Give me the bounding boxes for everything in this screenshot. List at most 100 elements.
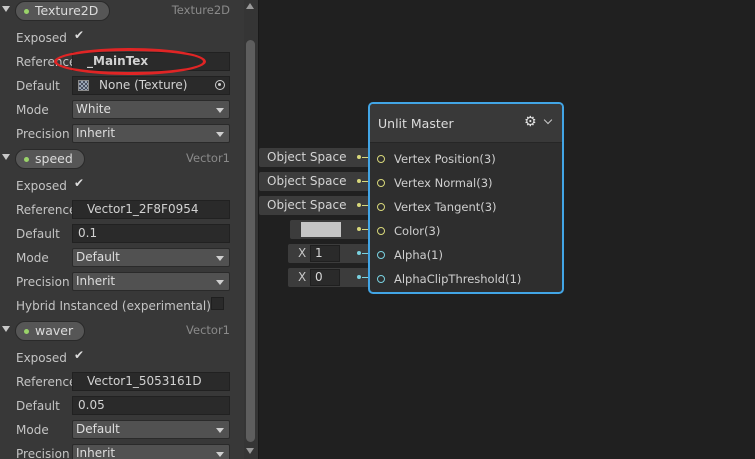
reference-field[interactable]: Vector1_5053161D xyxy=(72,372,230,391)
dropdown-arrow-icon xyxy=(216,256,224,261)
mode-dropdown[interactable]: Default xyxy=(72,248,230,267)
row-exposed: Exposed ✔ xyxy=(0,347,244,369)
port-ring-icon[interactable] xyxy=(377,275,385,283)
port-alpha-clip-threshold[interactable]: AlphaClipThreshold(1) xyxy=(370,270,562,294)
default-value-field[interactable]: 0.1 xyxy=(72,224,230,243)
property-header-texture2d[interactable]: Texture2D Texture2D xyxy=(0,0,244,22)
row-mode: Mode Default xyxy=(0,419,244,441)
port-ring-icon[interactable] xyxy=(377,227,385,235)
dropdown-arrow-icon xyxy=(216,452,224,457)
mode-value: White xyxy=(76,102,111,116)
port-ring-icon[interactable] xyxy=(377,155,385,163)
texture-thumbnail-icon xyxy=(78,80,89,91)
exposed-dot-icon xyxy=(24,9,29,14)
object-picker-icon[interactable] xyxy=(215,80,225,90)
texture-object-field[interactable]: None (Texture) xyxy=(72,76,230,95)
port-color[interactable]: Color(3) xyxy=(370,222,562,246)
chevron-down-icon[interactable] xyxy=(543,115,553,125)
property-pill-texture2d[interactable]: Texture2D xyxy=(15,1,111,21)
node-header[interactable]: Unlit Master ⚙ xyxy=(370,104,562,143)
row-exposed: Exposed ✔ xyxy=(0,27,244,49)
foldout-caret-icon[interactable] xyxy=(2,154,10,160)
precision-dropdown[interactable]: Inherit xyxy=(72,124,230,143)
hybrid-instanced-label: Hybrid Instanced (experimental) xyxy=(16,299,211,313)
input-slot-color[interactable] xyxy=(290,220,370,239)
row-precision: Precision Inherit xyxy=(0,123,244,145)
port-vertex-normal[interactable]: Vertex Normal(3) xyxy=(370,174,562,198)
exposed-label: Exposed xyxy=(16,351,67,365)
space-label: Object Space xyxy=(267,174,347,188)
row-default: Default None (Texture) xyxy=(0,75,244,97)
port-alpha[interactable]: Alpha(1) xyxy=(370,246,562,270)
precision-dropdown[interactable]: Inherit xyxy=(72,444,230,459)
exposed-checkbox[interactable]: ✔ xyxy=(74,176,88,190)
default-value-field[interactable]: 0.05 xyxy=(72,396,230,415)
mode-label: Mode xyxy=(16,251,49,265)
property-pill-speed[interactable]: speed xyxy=(15,149,85,169)
property-header-waver[interactable]: waver Vector1 xyxy=(0,320,244,342)
row-reference: Reference Vector1_2F8F0954 xyxy=(0,199,244,221)
reference-field[interactable]: Vector1_2F8F0954 xyxy=(72,200,230,219)
axis-label: X xyxy=(298,246,307,260)
scrollbar-thumb[interactable] xyxy=(246,40,255,442)
reference-label: Reference xyxy=(16,203,77,217)
row-mode: Mode Default xyxy=(0,247,244,269)
property-type: Vector1 xyxy=(186,323,230,337)
alpha-value-field[interactable]: 1 xyxy=(310,245,340,262)
port-label: Color(3) xyxy=(394,224,441,238)
gear-icon[interactable]: ⚙ xyxy=(524,114,537,130)
property-name: speed xyxy=(35,151,73,166)
precision-label: Precision xyxy=(16,127,70,141)
color-swatch[interactable] xyxy=(301,222,341,237)
unlit-master-node[interactable]: Unlit Master ⚙ Vertex Position(3) Vertex… xyxy=(368,102,564,294)
input-slot-vertex-tangent[interactable]: Object Space xyxy=(259,196,370,215)
port-ring-icon[interactable] xyxy=(377,251,385,259)
property-pill-waver[interactable]: waver xyxy=(15,321,86,341)
dropdown-arrow-icon xyxy=(216,428,224,433)
foldout-caret-icon[interactable] xyxy=(2,6,10,12)
precision-value: Inherit xyxy=(76,274,116,288)
input-slot-vertex-normal[interactable]: Object Space xyxy=(259,172,370,191)
default-label: Default xyxy=(16,79,60,93)
port-vertex-tangent[interactable]: Vertex Tangent(3) xyxy=(370,198,562,222)
reference-field[interactable]: _MainTex xyxy=(72,52,230,71)
scroll-down-arrow-icon[interactable] xyxy=(246,448,254,454)
port-ring-icon[interactable] xyxy=(377,179,385,187)
exposed-checkbox[interactable]: ✔ xyxy=(74,348,88,362)
input-slot-alpha[interactable]: X 1 xyxy=(288,244,370,263)
default-label: Default xyxy=(16,227,60,241)
dropdown-arrow-icon xyxy=(216,132,224,137)
input-slot-vertex-position[interactable]: Object Space xyxy=(259,148,370,167)
row-exposed: Exposed ✔ xyxy=(0,175,244,197)
port-ring-icon[interactable] xyxy=(377,203,385,211)
row-mode: Mode White xyxy=(0,99,244,121)
exposed-dot-icon xyxy=(24,157,29,162)
port-label: Vertex Position(3) xyxy=(394,152,496,166)
scroll-up-arrow-icon[interactable] xyxy=(246,3,254,9)
mode-dropdown[interactable]: White xyxy=(72,100,230,119)
mode-dropdown[interactable]: Default xyxy=(72,420,230,439)
row-reference: Reference _MainTex xyxy=(0,51,244,73)
connector-dot-icon xyxy=(357,251,361,255)
foldout-caret-icon[interactable] xyxy=(2,326,10,332)
property-header-speed[interactable]: speed Vector1 xyxy=(0,148,244,170)
port-label: Alpha(1) xyxy=(394,248,443,262)
exposed-checkbox[interactable]: ✔ xyxy=(74,28,88,42)
space-label: Object Space xyxy=(267,198,347,212)
dropdown-arrow-icon xyxy=(216,108,224,113)
precision-value: Inherit xyxy=(76,446,116,459)
port-label: Vertex Normal(3) xyxy=(394,176,493,190)
exposed-label: Exposed xyxy=(16,179,67,193)
mode-value: Default xyxy=(76,422,120,436)
property-name: Texture2D xyxy=(35,3,99,18)
mode-value: Default xyxy=(76,250,120,264)
alpha-clip-value-field[interactable]: 0 xyxy=(310,269,340,286)
precision-dropdown[interactable]: Inherit xyxy=(72,272,230,291)
connector-dot-icon xyxy=(357,179,361,183)
hybrid-instanced-checkbox[interactable] xyxy=(211,297,224,310)
port-label: Vertex Tangent(3) xyxy=(394,200,497,214)
input-slot-alpha-clip[interactable]: X 0 xyxy=(288,268,370,287)
connector-dot-icon xyxy=(357,227,361,231)
property-type: Vector1 xyxy=(186,151,230,165)
port-vertex-position[interactable]: Vertex Position(3) xyxy=(370,150,562,174)
